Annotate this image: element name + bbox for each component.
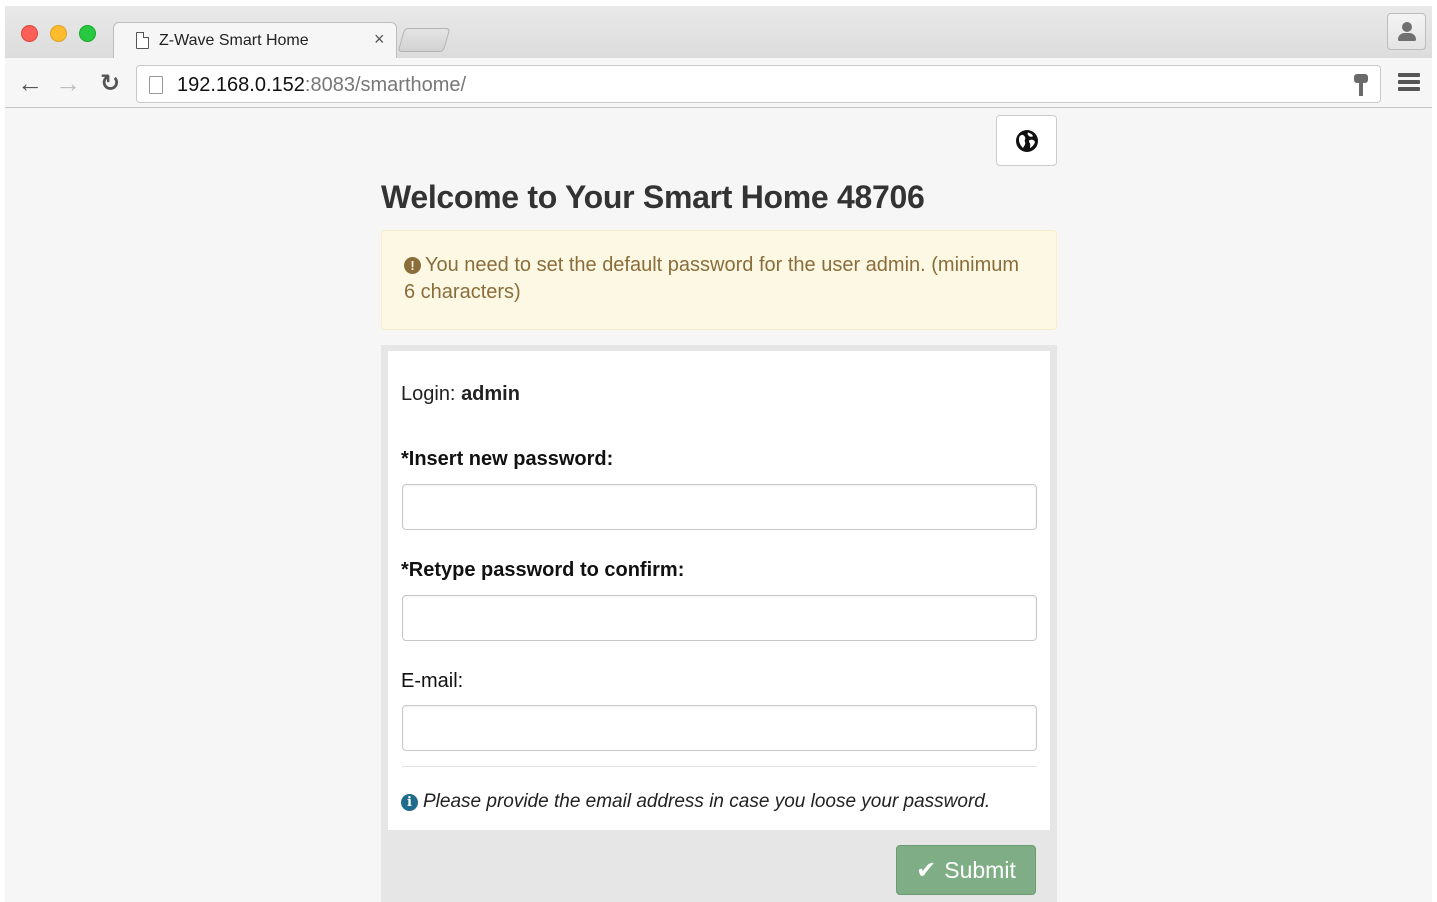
form-body: Login: admin *Insert new password: *Rety… xyxy=(388,351,1050,830)
browser-tab-active[interactable]: Z-Wave Smart Home × xyxy=(113,22,397,58)
new-password-label: *Insert new password: xyxy=(401,448,614,470)
profile-button[interactable] xyxy=(1387,13,1426,50)
confirm-password-field[interactable] xyxy=(402,595,1037,641)
login-line: Login: admin xyxy=(401,383,520,406)
submit-button[interactable]: ✔ Submit xyxy=(896,845,1036,895)
help-text: Please provide the email address in case… xyxy=(423,791,991,812)
person-icon xyxy=(1402,22,1412,32)
form-divider xyxy=(402,766,1037,767)
language-button[interactable] xyxy=(996,115,1057,166)
info-circle-icon: i xyxy=(401,794,418,811)
url-text: 192.168.0.152:8083/smarthome/ xyxy=(177,74,466,97)
tab-title: Z-Wave Smart Home xyxy=(159,32,309,49)
close-tab-icon[interactable]: × xyxy=(374,29,385,50)
password-form-panel: Login: admin *Insert new password: *Rety… xyxy=(381,345,1057,902)
minimize-window-button[interactable] xyxy=(50,25,67,42)
close-window-button[interactable] xyxy=(21,25,38,42)
address-bar[interactable]: 192.168.0.152:8083/smarthome/ xyxy=(136,65,1381,103)
key-icon[interactable] xyxy=(1354,74,1368,96)
browser-toolbar: ← → ↻ 192.168.0.152:8083/smarthome/ xyxy=(5,58,1432,108)
hamburger-menu-icon[interactable] xyxy=(1398,73,1420,91)
globe-icon xyxy=(1015,129,1038,152)
url-host: 192.168.0.152 xyxy=(177,74,305,96)
url-path: :8083/smarthome/ xyxy=(304,74,467,96)
new-tab-button[interactable] xyxy=(397,28,451,52)
email-label: E-mail: xyxy=(401,670,464,692)
warning-alert: ! You need to set the default password fo… xyxy=(381,230,1057,330)
person-icon-body xyxy=(1398,33,1416,41)
page-content: Welcome to Your Smart Home 48706 ! You ne… xyxy=(5,109,1432,902)
page-title: Welcome to Your Smart Home 48706 xyxy=(381,179,925,215)
exclamation-circle-icon: ! xyxy=(404,257,421,274)
page-icon xyxy=(149,76,163,94)
back-button[interactable]: ← xyxy=(15,68,45,98)
forward-button[interactable]: → xyxy=(53,68,83,98)
tab-strip: Z-Wave Smart Home × xyxy=(5,6,1432,58)
maximize-window-button[interactable] xyxy=(79,25,96,42)
new-password-field[interactable] xyxy=(402,484,1037,530)
reload-button[interactable]: ↻ xyxy=(95,68,125,98)
email-field[interactable] xyxy=(402,705,1037,751)
confirm-password-label: *Retype password to confirm: xyxy=(401,559,685,581)
checkmark-icon: ✔ xyxy=(916,856,937,884)
submit-label: Submit xyxy=(944,856,1016,883)
page-icon xyxy=(136,32,149,49)
alert-text: You need to set the default password for… xyxy=(404,254,1020,303)
browser-window: Z-Wave Smart Home × ← → ↻ 192.168.0.152:… xyxy=(5,6,1432,902)
email-help-text: i Please provide the email address in cas… xyxy=(401,791,990,813)
login-value: admin xyxy=(461,383,520,405)
login-label: Login: xyxy=(401,383,456,405)
